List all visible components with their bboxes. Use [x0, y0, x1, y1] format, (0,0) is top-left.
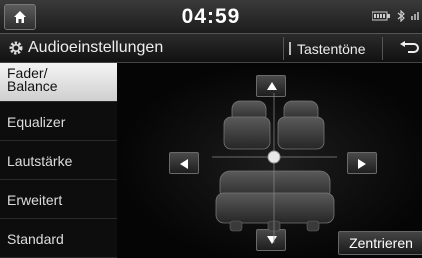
sidebar-item-label: Standard [7, 231, 64, 247]
signal-icon [411, 12, 419, 20]
front-right-seat [277, 100, 325, 150]
sidebar-item-label: Equalizer [7, 114, 66, 130]
key-tones-button[interactable]: Tastentöne [283, 37, 383, 60]
gear-icon [9, 41, 23, 55]
page-title: Audioeinstellungen [28, 39, 164, 56]
center-button[interactable]: Zentrieren [338, 231, 422, 255]
car-seats-diagram[interactable] [212, 93, 337, 243]
sidebar-item-label: Fader/ Balance [7, 65, 58, 94]
sidebar-item-advanced[interactable]: Erweitert [0, 180, 117, 219]
sidebar-item-default[interactable]: Standard [0, 219, 117, 258]
bluetooth-icon [397, 10, 405, 22]
usb-icon [372, 11, 390, 21]
title-bar: Audioeinstellungen Tastentöne [0, 34, 422, 63]
toggle-indicator [289, 42, 291, 55]
status-bar: 04:59 [0, 0, 422, 34]
fader-balance-knob[interactable] [267, 150, 281, 164]
arrow-right-icon [358, 159, 366, 169]
front-left-seat [223, 100, 271, 150]
arrow-left-icon [180, 159, 188, 169]
sidebar-item-label: Lautstärke [7, 153, 73, 169]
back-button[interactable] [393, 38, 422, 60]
balance-left-button[interactable] [169, 152, 199, 174]
sidebar-item-fader-balance[interactable]: Fader/ Balance [0, 63, 117, 102]
key-tones-label: Tastentöne [297, 41, 366, 57]
sidebar-item-volume[interactable]: Lautstärke [0, 141, 117, 180]
back-icon [400, 41, 419, 53]
rear-bench [215, 170, 335, 232]
clock: 04:59 [181, 5, 241, 28]
status-icons [372, 10, 420, 22]
sidebar-item-equalizer[interactable]: Equalizer [0, 102, 117, 141]
sidebar-item-label: Erweitert [7, 192, 63, 208]
sidebar: Fader/ Balance Equalizer Lautstärke Erwe… [0, 63, 117, 258]
balance-right-button[interactable] [347, 152, 377, 174]
fader-balance-panel: Zentrieren [117, 63, 422, 258]
arrow-up-icon [267, 82, 277, 90]
